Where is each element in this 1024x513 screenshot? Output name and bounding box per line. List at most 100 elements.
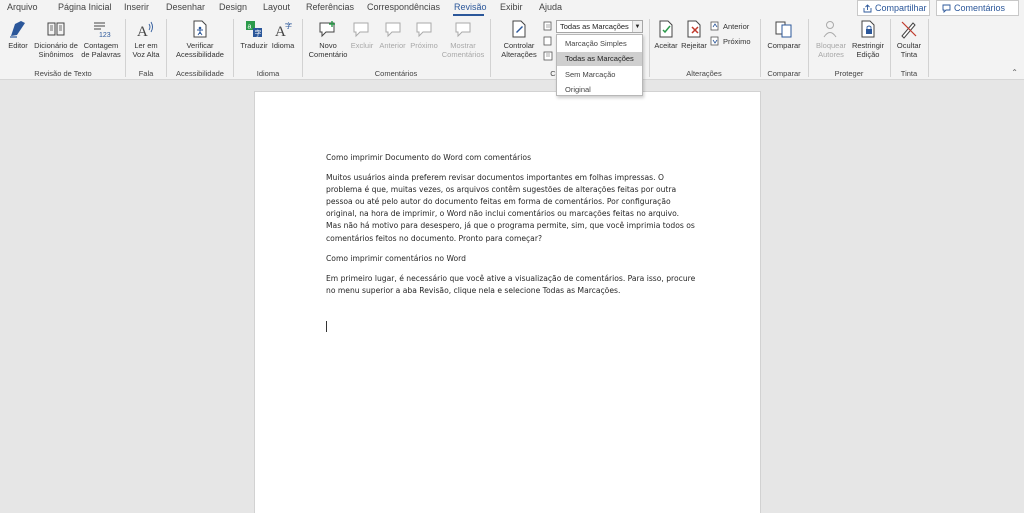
next-change-label: Próximo	[723, 36, 751, 46]
group-separator	[808, 19, 809, 77]
compare-label: Comparar	[767, 41, 801, 50]
markup-option-original[interactable]: Original	[557, 83, 642, 98]
previous-change-button[interactable]: Anterior	[710, 21, 749, 31]
tab-referencias[interactable]: Referências	[306, 2, 354, 12]
reviewing-pane-icon[interactable]	[543, 51, 553, 61]
accept-button[interactable]: Aceitar	[652, 19, 680, 50]
language-button[interactable]: A字 Idioma	[270, 19, 296, 50]
collapse-ribbon-icon[interactable]: ⌃	[1011, 68, 1018, 77]
group-label-proofing: Revisão de Texto	[34, 69, 92, 78]
editor-icon	[8, 19, 28, 39]
next-comment-label: Próximo	[410, 41, 438, 50]
translate-icon: a字	[244, 19, 264, 39]
tab-ajuda[interactable]: Ajuda	[539, 2, 562, 12]
read-aloud-icon: A	[136, 19, 156, 39]
group-label-comments: Comentários	[374, 69, 418, 78]
block-authors-button[interactable]: Bloquear Autores	[812, 19, 850, 59]
thesaurus-button[interactable]: Dicionário de Sinônimos	[32, 19, 80, 59]
markup-dropdown-menu: Marcação Simples Todas as Marcações Sem …	[556, 34, 643, 96]
check-accessibility-button[interactable]: Verificar Acessibilidade	[170, 19, 230, 59]
restrict-editing-icon	[858, 19, 878, 39]
delete-comment-icon	[352, 19, 372, 39]
next-comment-icon	[414, 19, 434, 39]
new-comment-icon	[318, 19, 338, 39]
group-separator	[302, 19, 303, 77]
markup-option-all[interactable]: Todas as Marcações	[557, 51, 642, 66]
next-change-button[interactable]: Próximo	[710, 36, 751, 46]
block-authors-icon	[821, 19, 841, 39]
show-comments-button[interactable]: Mostrar Comentários	[440, 19, 486, 59]
translate-button[interactable]: a字 Traduzir	[239, 19, 269, 50]
word-count-label: Contagem de Palavras	[81, 41, 121, 59]
next-change-icon	[710, 36, 720, 46]
markup-select-value: Todas as Marcações	[560, 22, 629, 31]
tab-pagina-inicial[interactable]: Página Inicial	[58, 2, 112, 12]
hide-ink-button[interactable]: Ocultar Tinta	[894, 19, 924, 59]
tab-arquivo[interactable]: Arquivo	[7, 2, 38, 12]
editor-label: Editor	[8, 41, 28, 50]
editor-button[interactable]: Editor	[4, 19, 32, 50]
accept-label: Aceitar	[654, 41, 678, 50]
previous-change-icon	[710, 21, 720, 31]
ribbon: Editor Dicionário de Sinônimos 123 Conta…	[0, 16, 1024, 80]
tab-correspondencias[interactable]: Correspondências	[367, 2, 440, 12]
tab-layout[interactable]: Layout	[263, 2, 290, 12]
markup-display-icon[interactable]	[543, 21, 553, 31]
tab-desenhar[interactable]: Desenhar	[166, 2, 205, 12]
track-changes-button[interactable]: Controlar Alterações	[496, 19, 542, 59]
reject-button[interactable]: Rejeitar	[680, 19, 708, 50]
group-separator	[490, 19, 491, 77]
accessibility-icon	[190, 19, 210, 39]
show-markup-icon[interactable]	[543, 36, 553, 46]
reject-icon	[684, 19, 704, 39]
tab-inserir[interactable]: Inserir	[124, 2, 149, 12]
document-body[interactable]: Como imprimir Documento do Word com come…	[326, 152, 696, 305]
language-icon: A字	[273, 19, 293, 39]
svg-text:字: 字	[255, 29, 262, 38]
show-comments-icon	[453, 19, 473, 39]
document-page[interactable]: Como imprimir Documento do Word com come…	[254, 91, 761, 513]
group-label-speech: Fala	[138, 69, 154, 78]
restrict-editing-button[interactable]: Restringir Edição	[850, 19, 886, 59]
tab-revisao[interactable]: Revisão	[454, 2, 487, 12]
delete-comment-label: Excluir	[350, 41, 374, 50]
track-changes-icon	[509, 19, 529, 39]
show-comments-label: Mostrar Comentários	[441, 41, 485, 59]
hide-ink-label: Ocultar Tinta	[896, 41, 922, 59]
hide-ink-icon	[899, 19, 919, 39]
next-comment-button[interactable]: Próximo	[409, 19, 439, 50]
compare-button[interactable]: Comparar	[764, 19, 804, 50]
translate-label: Traduzir	[240, 41, 268, 50]
check-accessibility-label: Verificar Acessibilidade	[176, 41, 224, 59]
tab-design[interactable]: Design	[219, 2, 247, 12]
group-label-protect: Proteger	[834, 69, 864, 78]
reject-label: Rejeitar	[681, 41, 707, 50]
accept-icon	[656, 19, 676, 39]
chevron-down-icon[interactable]: ▼	[632, 21, 642, 32]
svg-text:123: 123	[99, 32, 111, 39]
previous-comment-icon	[383, 19, 403, 39]
tab-exibir[interactable]: Exibir	[500, 2, 523, 12]
previous-comment-button[interactable]: Anterior	[377, 19, 408, 50]
share-label: Compartilhar	[875, 3, 927, 13]
word-count-icon: 123	[91, 19, 111, 39]
group-label-language: Idioma	[256, 69, 280, 78]
comments-button[interactable]: Comentários	[936, 0, 1019, 16]
new-comment-button[interactable]: Novo Comentário	[306, 19, 350, 59]
delete-comment-button[interactable]: Excluir	[350, 19, 374, 50]
group-label-changes: Alterações	[686, 69, 722, 78]
document-heading: Como imprimir comentários no Word	[326, 253, 466, 263]
share-button[interactable]: Compartilhar	[857, 0, 930, 16]
read-aloud-button[interactable]: A Ler em Voz Alta	[130, 19, 162, 59]
markup-option-none[interactable]: Sem Marcação	[557, 67, 642, 82]
group-separator	[890, 19, 891, 77]
markup-option-simple[interactable]: Marcação Simples	[557, 36, 642, 51]
document-paragraph: Em primeiro lugar, é necessário que você…	[326, 273, 696, 295]
group-separator	[233, 19, 234, 77]
group-separator	[125, 19, 126, 77]
markup-select[interactable]: Todas as Marcações ▼	[556, 20, 643, 33]
block-authors-label: Bloquear Autores	[815, 41, 847, 59]
word-count-button[interactable]: 123 Contagem de Palavras	[81, 19, 121, 59]
compare-icon	[774, 19, 794, 39]
menu-tab-bar: Arquivo Página Inicial Inserir Desenhar …	[0, 0, 1024, 16]
